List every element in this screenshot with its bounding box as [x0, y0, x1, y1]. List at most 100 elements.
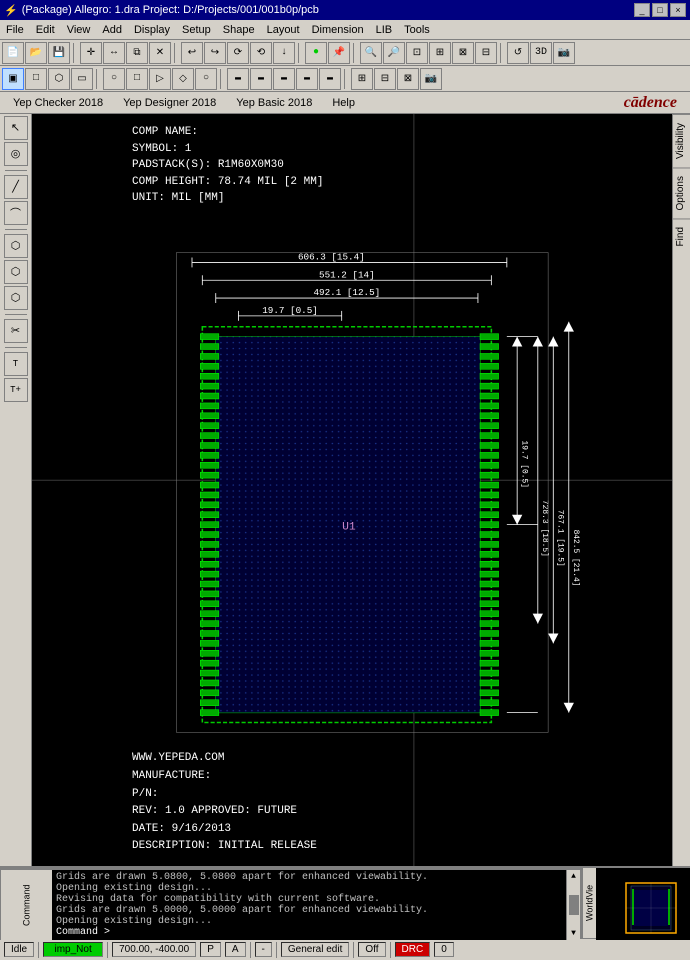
tb2-circ[interactable]: ○	[103, 68, 125, 90]
worldview-label: WorldVie	[582, 868, 596, 938]
tb2-r2[interactable]: ▬	[250, 68, 272, 90]
menu-bar: File Edit View Add Display Setup Shape L…	[0, 20, 690, 40]
tb2-rect[interactable]: ▭	[71, 68, 93, 90]
minimize-button[interactable]: _	[634, 3, 650, 17]
tb-open[interactable]: 📂	[25, 42, 47, 64]
tb-delete[interactable]: ✕	[149, 42, 171, 64]
tb2-sq[interactable]: □	[126, 68, 148, 90]
menu-dimension[interactable]: Dimension	[306, 22, 370, 38]
status-edit-mode: General edit	[281, 942, 349, 957]
menu-view[interactable]: View	[61, 22, 97, 38]
status-mode: Idle	[4, 942, 34, 957]
yep-help[interactable]: Help	[323, 94, 364, 112]
svg-text:U1: U1	[342, 522, 356, 534]
menu-display[interactable]: Display	[128, 22, 176, 38]
maximize-button[interactable]: □	[652, 3, 668, 17]
tb-sep-1	[73, 43, 77, 63]
menu-tools[interactable]: Tools	[398, 22, 436, 38]
tb-3d[interactable]: 3D	[530, 42, 552, 64]
tb-move[interactable]: ✛	[80, 42, 102, 64]
tb2-snap[interactable]: ⊟	[374, 68, 396, 90]
close-button[interactable]: ×	[670, 3, 686, 17]
tb2-sep-1	[96, 69, 100, 89]
toolbar-row-1: 📄 📂 💾 ✛ ↔ ⧉ ✕ ↩ ↪ ⟳ ⟲ ↓ ● 📌 🔍 🔎 ⊡ ⊞ ⊠ ⊟ …	[0, 40, 690, 66]
tb-sep-3	[298, 43, 302, 63]
svg-text:19.7 [0.5]: 19.7 [0.5]	[262, 305, 318, 316]
lt-poly1[interactable]: ⬡	[4, 234, 28, 258]
console-prompt: Command >	[56, 927, 562, 938]
window-title: (Package) Allegro: 1.dra Project: D:/Pro…	[22, 4, 319, 16]
tb-undo[interactable]: ↩	[181, 42, 203, 64]
yep-basic[interactable]: Yep Basic 2018	[227, 94, 321, 112]
tb-down[interactable]: ↓	[273, 42, 295, 64]
tb2-via[interactable]: ⬡	[48, 68, 70, 90]
yep-designer[interactable]: Yep Designer 2018	[114, 94, 225, 112]
console-scrollbar[interactable]: ▲ ▼	[566, 870, 580, 940]
tb2-box[interactable]: □	[25, 68, 47, 90]
tb-save[interactable]: 💾	[48, 42, 70, 64]
tb2-r4[interactable]: ▬	[296, 68, 318, 90]
status-dash: -	[255, 942, 272, 957]
menu-file[interactable]: File	[0, 22, 30, 38]
tb2-cam[interactable]: 📷	[420, 68, 442, 90]
menu-lib[interactable]: LIB	[370, 22, 399, 38]
tb-sep-4	[353, 43, 357, 63]
console-worldview-area: Command Grids are drawn 5.0800, 5.0800 a…	[0, 866, 690, 938]
lt-poly3[interactable]: ⬡	[4, 286, 28, 310]
lt-text-add[interactable]: T+	[4, 378, 28, 402]
lt-poly2[interactable]: ⬡	[4, 260, 28, 284]
toolbar-row-2: ▣ □ ⬡ ▭ ○ □ ▷ ◇ ○ ▬ ▬ ▬ ▬ ▬ ⊞ ⊟ ⊠ 📷	[0, 66, 690, 92]
lt-scissors[interactable]: ✂	[4, 319, 28, 343]
find-tab[interactable]: Find	[673, 218, 690, 254]
tb-pin[interactable]: 📌	[328, 42, 350, 64]
status-sep-2	[107, 942, 108, 958]
tb2-select[interactable]: ▣	[2, 68, 24, 90]
tb-prev[interactable]: ⟲	[250, 42, 272, 64]
tb-new[interactable]: 📄	[2, 42, 24, 64]
tb2-route[interactable]: ⊞	[351, 68, 373, 90]
title-text: ⚡ (Package) Allegro: 1.dra Project: D:/P…	[4, 4, 319, 17]
console-label: Command	[0, 870, 52, 940]
tb-refresh[interactable]: ↺	[507, 42, 529, 64]
tb-screenshot[interactable]: 📷	[553, 42, 575, 64]
tb2-snap2[interactable]: ⊠	[397, 68, 419, 90]
lt-arc[interactable]: ⌒	[4, 201, 28, 225]
tb-zoom-fit[interactable]: ⊡	[406, 42, 428, 64]
menu-edit[interactable]: Edit	[30, 22, 61, 38]
lt-line[interactable]: ╱	[4, 175, 28, 199]
status-a[interactable]: A	[225, 942, 246, 957]
menu-layout[interactable]: Layout	[261, 22, 306, 38]
app-icon: ⚡	[4, 4, 18, 17]
tb-zoom-prev[interactable]: ⊞	[429, 42, 451, 64]
tb-zoom-in[interactable]: 🔍	[360, 42, 382, 64]
tb2-circ2[interactable]: ○	[195, 68, 217, 90]
menu-add[interactable]: Add	[96, 22, 128, 38]
tb-flip[interactable]: ↔	[103, 42, 125, 64]
window-controls: _ □ ×	[634, 3, 686, 17]
options-tab[interactable]: Options	[673, 167, 690, 218]
tb-next[interactable]: ⟳	[227, 42, 249, 64]
visibility-tab[interactable]: Visibility	[673, 114, 690, 167]
tb-copy[interactable]: ⧉	[126, 42, 148, 64]
tb-zoom-next[interactable]: ⊠	[452, 42, 474, 64]
lt-select[interactable]: ↖	[4, 116, 28, 140]
tb2-r5[interactable]: ▬	[319, 68, 341, 90]
tb2-r3[interactable]: ▬	[273, 68, 295, 90]
tb2-tri[interactable]: ▷	[149, 68, 171, 90]
menu-setup[interactable]: Setup	[176, 22, 217, 38]
lt-text[interactable]: T	[4, 352, 28, 376]
canvas-area[interactable]: COMP NAME: SYMBOL: 1 PADSTACK(S): R1M60X…	[32, 114, 672, 866]
status-p[interactable]: P	[200, 942, 221, 957]
lt-target[interactable]: ◎	[4, 142, 28, 166]
tb2-diam[interactable]: ◇	[172, 68, 194, 90]
scroll-down[interactable]: ▼	[569, 927, 578, 940]
yep-checker[interactable]: Yep Checker 2018	[4, 94, 112, 112]
menu-shape[interactable]: Shape	[217, 22, 261, 38]
tb-redo[interactable]: ↪	[204, 42, 226, 64]
scroll-up[interactable]: ▲	[569, 870, 578, 883]
tb-zoom-area[interactable]: ⊟	[475, 42, 497, 64]
svg-text:842.5 [21.4]: 842.5 [21.4]	[571, 530, 580, 587]
tb-zoom-out[interactable]: 🔎	[383, 42, 405, 64]
tb-circle[interactable]: ●	[305, 42, 327, 64]
tb2-r1[interactable]: ▬	[227, 68, 249, 90]
